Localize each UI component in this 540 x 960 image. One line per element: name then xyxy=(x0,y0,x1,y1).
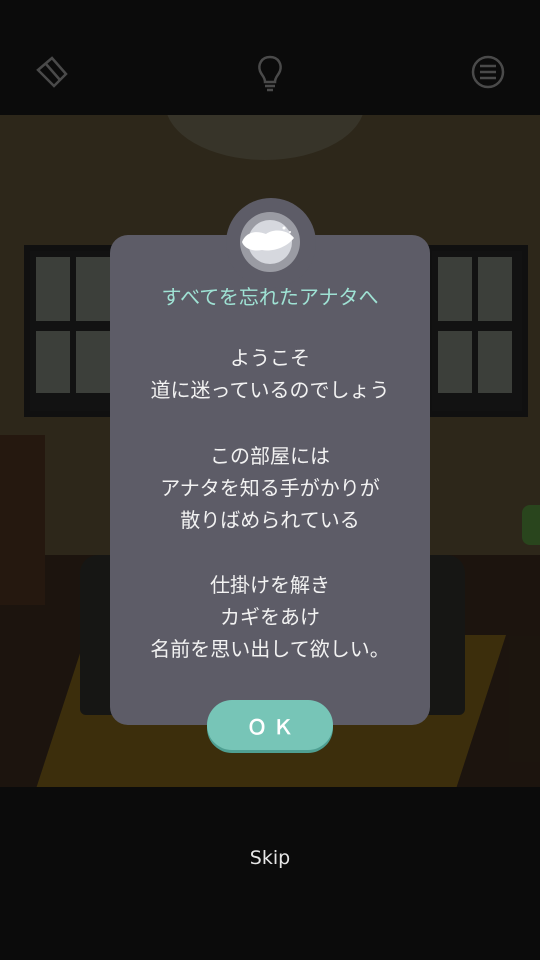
dialog-paragraph-2: この部屋には アナタを知る手がかりが 散りばめられている xyxy=(110,440,430,536)
skip-button[interactable]: Skip xyxy=(0,847,540,869)
lightbulb-hint-icon[interactable] xyxy=(250,52,290,92)
ok-button[interactable]: ＯＫ xyxy=(207,700,333,750)
dialog-line: カギをあけ xyxy=(220,605,320,629)
dialog-line: 道に迷っているのでしょう xyxy=(150,378,390,402)
dialog-paragraph-1: ようこそ 道に迷っているのでしょう xyxy=(110,342,430,406)
dialog-title: すべてを忘れたアナタへ xyxy=(161,285,379,309)
dialog-line: 散りばめられている xyxy=(180,508,360,532)
bottom-bar xyxy=(0,787,540,960)
dialog-line: ようこそ xyxy=(230,346,310,370)
dialog-paragraph-3: 仕掛けを解き カギをあけ 名前を思い出して欲しい。 xyxy=(110,569,430,665)
item-card-icon[interactable] xyxy=(32,52,72,92)
dialog-line: この部屋には xyxy=(210,444,330,468)
dialog-line: アナタを知る手がかりが xyxy=(160,476,380,500)
dialog-line: 名前を思い出して欲しい。 xyxy=(150,637,390,661)
menu-icon[interactable] xyxy=(468,52,508,92)
dialog-line: 仕掛けを解き xyxy=(210,573,330,597)
letter-cloud-icon xyxy=(242,226,294,251)
